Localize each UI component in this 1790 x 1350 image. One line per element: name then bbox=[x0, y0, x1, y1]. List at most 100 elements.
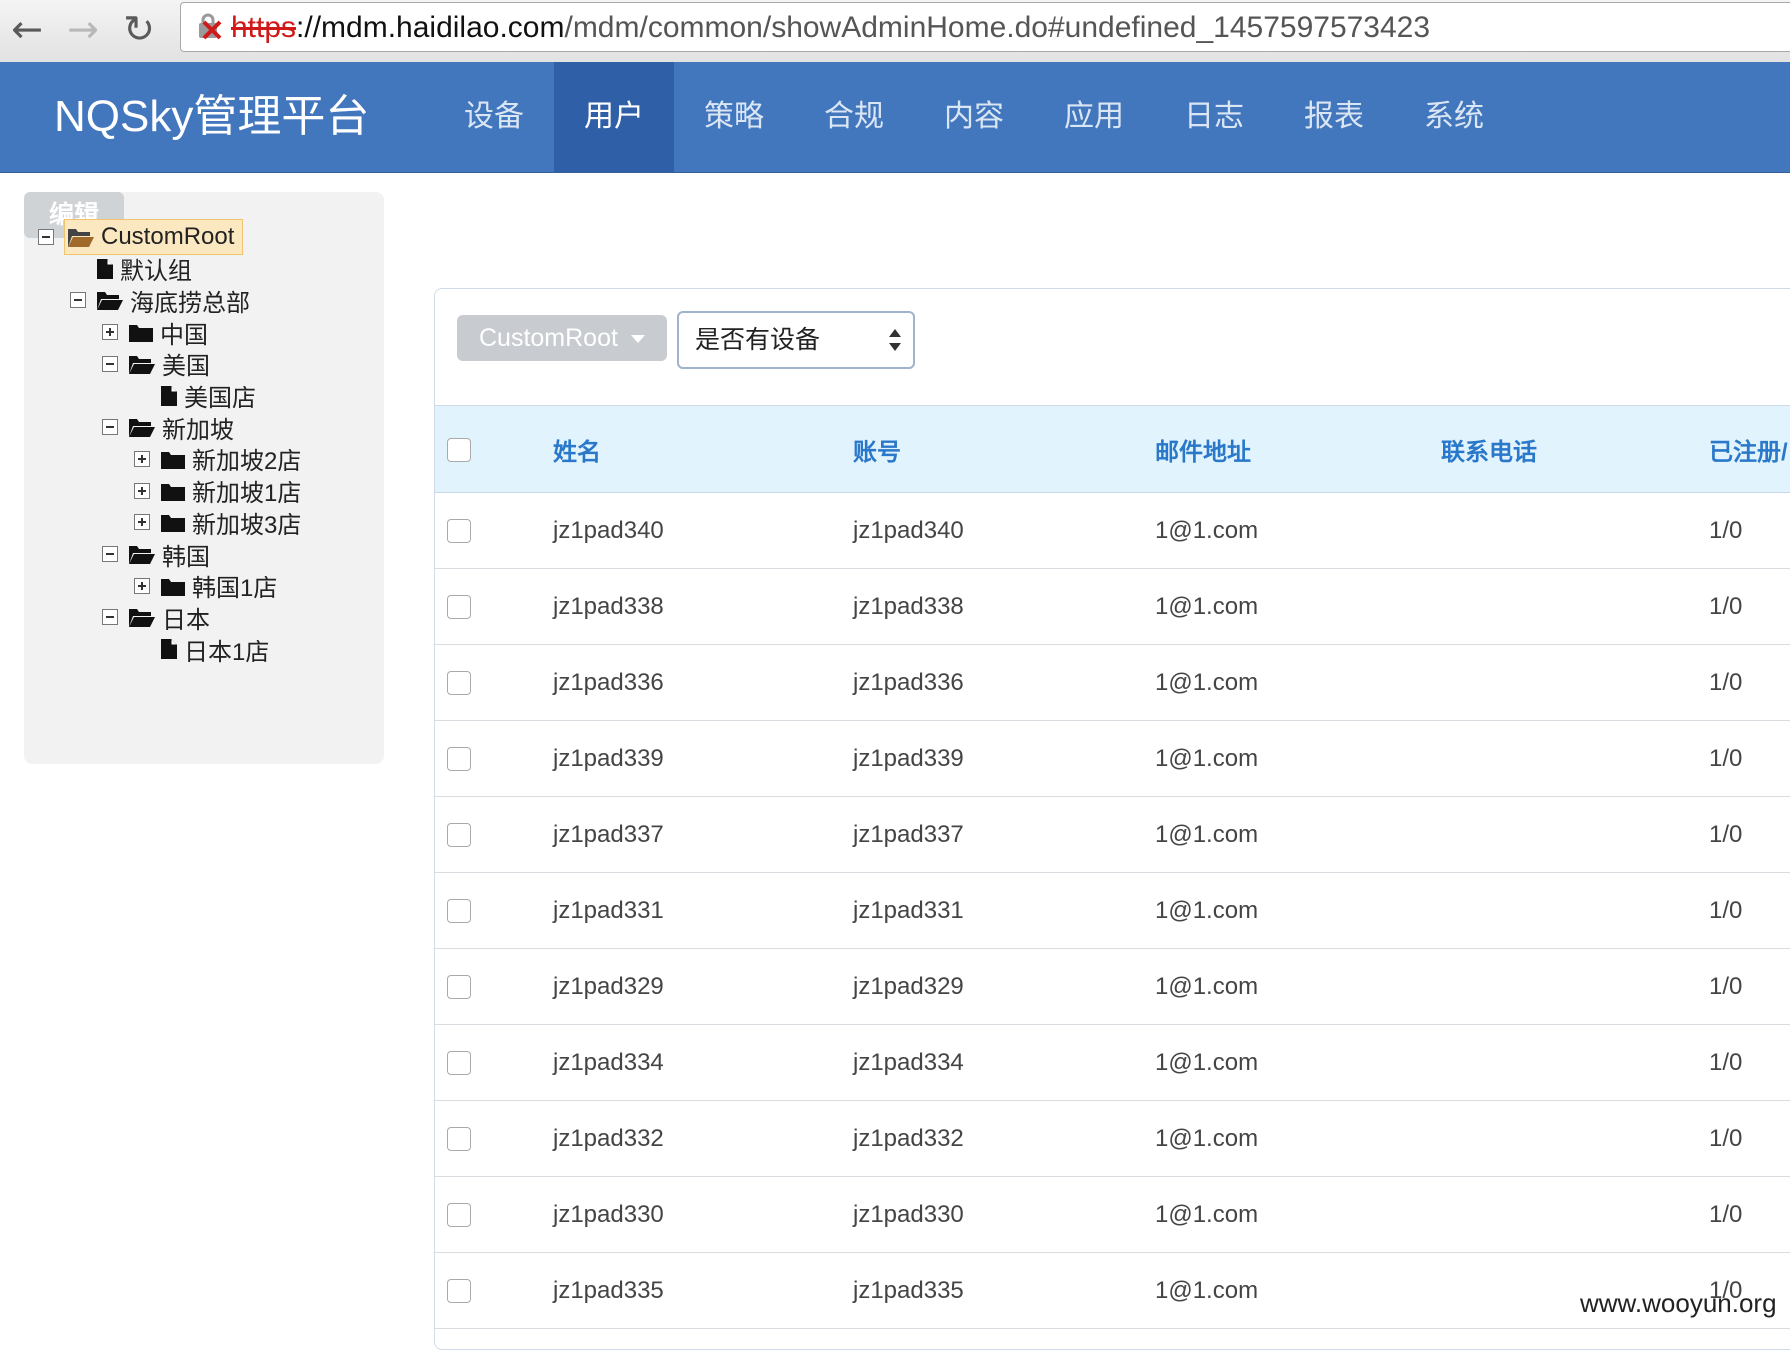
table-row[interactable]: jz1pad340 jz1pad340 1@1.com 1/0 bbox=[435, 492, 1790, 569]
tree-node[interactable]: 韩国 bbox=[102, 537, 210, 571]
tree-node[interactable]: 新加坡 bbox=[102, 410, 234, 444]
row-checkbox[interactable] bbox=[447, 899, 471, 924]
tree-node[interactable]: CustomRoot bbox=[38, 219, 244, 255]
row-checkbox[interactable] bbox=[447, 747, 471, 772]
cell-name: jz1pad334 bbox=[553, 1024, 853, 1101]
app-header: NQSky管理平台 设备 用户 策略 合规 内容 应用 日志 报表 系统 bbox=[0, 62, 1790, 173]
table-row[interactable]: jz1pad339 jz1pad339 1@1.com 1/0 bbox=[435, 720, 1790, 797]
expand-icon[interactable] bbox=[134, 577, 150, 594]
table-row[interactable]: jz1pad336 jz1pad336 1@1.com 1/0 bbox=[435, 644, 1790, 721]
group-dropdown-label: CustomRoot bbox=[479, 324, 618, 352]
cell-name: jz1pad339 bbox=[553, 720, 853, 797]
cell-phone bbox=[1441, 796, 1709, 873]
nav-item[interactable]: 内容 bbox=[914, 62, 1034, 172]
row-checkbox[interactable] bbox=[447, 1203, 471, 1228]
nav-item[interactable]: 应用 bbox=[1034, 62, 1154, 172]
back-arrow-icon[interactable]: ← bbox=[4, 6, 50, 52]
tree-node[interactable]: 韩国1店 bbox=[134, 569, 277, 603]
table-row[interactable]: jz1pad331 jz1pad331 1@1.com 1/0 bbox=[435, 872, 1790, 949]
row-checkbox[interactable] bbox=[447, 975, 471, 1000]
nav-item[interactable]: 策略 bbox=[674, 62, 794, 172]
tree-node[interactable]: 美国店 bbox=[134, 379, 256, 413]
table-row[interactable]: jz1pad337 jz1pad337 1@1.com 1/0 bbox=[435, 796, 1790, 873]
user-list-panel: CustomRoot 是否有设备 姓名 账号 邮件地址 联系电话 已注册/ jz… bbox=[434, 288, 1790, 1350]
file-icon bbox=[160, 385, 178, 407]
select-all-cell bbox=[435, 405, 553, 493]
reload-icon[interactable]: ↻ bbox=[116, 6, 162, 52]
header-phone[interactable]: 联系电话 bbox=[1441, 405, 1709, 493]
collapse-icon[interactable] bbox=[102, 546, 118, 562]
tree-node[interactable]: 日本1店 bbox=[134, 632, 269, 666]
tree-node-label: 新加坡1店 bbox=[192, 480, 302, 508]
has-device-select[interactable]: 是否有设备 bbox=[677, 311, 915, 369]
header-email[interactable]: 邮件地址 bbox=[1155, 405, 1441, 493]
collapse-icon[interactable] bbox=[102, 609, 118, 626]
row-checkbox[interactable] bbox=[447, 595, 471, 620]
cell-email: 1@1.com bbox=[1155, 796, 1441, 873]
row-checkbox[interactable] bbox=[447, 1051, 471, 1076]
folder-open-icon bbox=[128, 416, 156, 438]
tree-node[interactable]: 新加坡2店 bbox=[134, 442, 301, 476]
group-tree: CustomRoot 默认组 海底捞总部 中国 美国 美国店 新加坡 新加坡2店新加坡1店 新加… bbox=[24, 192, 384, 764]
expand-icon[interactable] bbox=[134, 514, 150, 531]
row-checkbox[interactable] bbox=[447, 1279, 471, 1304]
cell-email: 1@1.com bbox=[1155, 948, 1441, 1025]
folder-icon bbox=[160, 575, 186, 597]
expand-icon[interactable] bbox=[134, 450, 150, 467]
folder-open-icon bbox=[96, 289, 124, 311]
row-checkbox[interactable] bbox=[447, 671, 471, 696]
tree-node-label: 韩国1店 bbox=[192, 575, 278, 603]
expand-icon[interactable] bbox=[134, 482, 150, 499]
table-row[interactable]: jz1pad329 jz1pad329 1@1.com 1/0 bbox=[435, 948, 1790, 1025]
collapse-icon[interactable] bbox=[102, 419, 118, 436]
nav-item[interactable]: 日志 bbox=[1154, 62, 1274, 172]
folder-icon bbox=[160, 448, 186, 470]
expand-icon[interactable] bbox=[102, 324, 118, 341]
forward-arrow-icon[interactable]: → bbox=[60, 6, 106, 52]
row-checkbox[interactable] bbox=[447, 519, 471, 544]
tree-node-label: 默认组 bbox=[120, 258, 192, 286]
cell-account: jz1pad338 bbox=[853, 568, 1155, 645]
nav-item[interactable]: 设备 bbox=[434, 62, 554, 172]
cell-phone bbox=[1441, 1024, 1709, 1101]
tree-node[interactable]: 默认组 bbox=[70, 252, 192, 286]
header-account[interactable]: 账号 bbox=[853, 405, 1155, 493]
tree-node[interactable]: 中国 bbox=[102, 315, 208, 349]
tree-node[interactable]: 海底捞总部 bbox=[70, 283, 250, 317]
table-row[interactable]: jz1pad334 jz1pad334 1@1.com 1/0 bbox=[435, 1024, 1790, 1101]
cell-registered: 1/0 bbox=[1709, 1024, 1790, 1101]
row-checkbox[interactable] bbox=[447, 1127, 471, 1152]
cell-name: jz1pad340 bbox=[553, 492, 853, 569]
collapse-icon[interactable] bbox=[70, 292, 86, 309]
collapse-icon[interactable] bbox=[102, 355, 118, 372]
cell-account: jz1pad331 bbox=[853, 872, 1155, 949]
nav-item[interactable]: 用户 bbox=[554, 62, 674, 172]
row-checkbox-cell bbox=[435, 796, 553, 873]
collapse-icon[interactable] bbox=[38, 229, 54, 245]
table-row[interactable]: jz1pad338 jz1pad338 1@1.com 1/0 bbox=[435, 568, 1790, 645]
table-row[interactable]: jz1pad332 jz1pad332 1@1.com 1/0 bbox=[435, 1100, 1790, 1177]
group-dropdown[interactable]: CustomRoot bbox=[457, 315, 667, 361]
top-nav: 设备 用户 策略 合规 内容 应用 日志 报表 系统 bbox=[434, 62, 1514, 172]
select-all-checkbox[interactable] bbox=[447, 437, 471, 462]
nav-item[interactable]: 系统 bbox=[1394, 62, 1514, 172]
header-name[interactable]: 姓名 bbox=[553, 405, 853, 493]
nav-item[interactable]: 报表 bbox=[1274, 62, 1394, 172]
url-scheme: https bbox=[231, 11, 297, 44]
address-bar[interactable]: https://mdm.haidilao.com/mdm/common/show… bbox=[180, 2, 1790, 52]
row-checkbox[interactable] bbox=[447, 823, 471, 848]
nav-item[interactable]: 合规 bbox=[794, 62, 914, 172]
cell-registered: 1/0 bbox=[1709, 644, 1790, 721]
cell-phone bbox=[1441, 872, 1709, 949]
cell-registered: 1/0 bbox=[1709, 872, 1790, 949]
tree-node-label: 日本1店 bbox=[184, 638, 270, 666]
cell-email: 1@1.com bbox=[1155, 492, 1441, 569]
cell-registered: 1/0 bbox=[1709, 1176, 1790, 1253]
table-row[interactable]: jz1pad330 jz1pad330 1@1.com 1/0 bbox=[435, 1176, 1790, 1253]
tree-node[interactable]: 美国 bbox=[102, 347, 210, 381]
folder-open-icon bbox=[128, 606, 156, 628]
tree-node[interactable]: 新加坡3店 bbox=[134, 505, 301, 539]
tree-node[interactable]: 新加坡1店 bbox=[134, 474, 301, 508]
header-registered[interactable]: 已注册/ bbox=[1709, 405, 1790, 493]
tree-node[interactable]: 日本 bbox=[102, 600, 210, 634]
